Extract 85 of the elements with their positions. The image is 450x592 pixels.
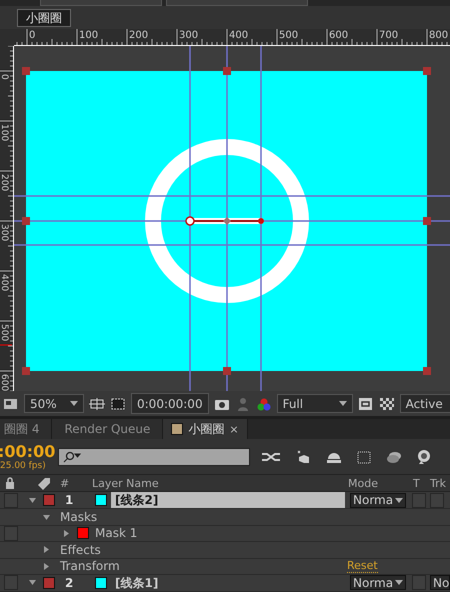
search-icon: [63, 450, 81, 463]
transparency-grid-icon[interactable]: [378, 396, 395, 411]
close-icon[interactable]: ×: [229, 422, 239, 436]
mask-outline-icon[interactable]: [110, 396, 126, 411]
ruler-label: 800: [429, 30, 448, 42]
grid-icon[interactable]: [89, 396, 105, 411]
track-matte-dropdown[interactable]: No: [430, 575, 450, 590]
handle[interactable]: [22, 217, 30, 226]
zoom-dropdown[interactable]: 50%: [24, 394, 84, 414]
ruler-label: 200: [129, 30, 148, 42]
disks-icon[interactable]: [386, 450, 402, 464]
reset-link[interactable]: Reset: [347, 559, 378, 574]
mode-dropdown[interactable]: Norma: [350, 492, 406, 508]
ruler-label: 600: [329, 30, 348, 42]
guide-line[interactable]: [226, 46, 228, 392]
ruler-label: 100: [0, 124, 9, 142]
lock-icon[interactable]: [5, 477, 15, 490]
mask-name[interactable]: Mask 1: [95, 526, 138, 540]
visibility-toggle[interactable]: [4, 575, 18, 590]
guide-line[interactable]: [260, 46, 262, 392]
timecode-display[interactable]: 0:00:00:00: [131, 393, 209, 414]
panel-tab[interactable]: Render Queue: [52, 419, 164, 440]
ruler-label: 0: [29, 30, 36, 42]
mode-dropdown[interactable]: Norma: [350, 575, 406, 590]
frame-rate: 25.00 fps): [0, 460, 47, 471]
handle[interactable]: [22, 67, 30, 76]
expand-arrow-icon[interactable]: [43, 546, 50, 554]
color-channels-icon[interactable]: [256, 396, 272, 411]
visibility-toggle[interactable]: [4, 492, 18, 508]
property-group-label[interactable]: Transform: [60, 559, 347, 574]
region-icon[interactable]: [3, 396, 19, 411]
label-color-icon[interactable]: [43, 494, 55, 506]
collapse-arrow-icon[interactable]: [43, 514, 50, 520]
guide-line[interactable]: [14, 195, 450, 197]
ruler-label: 400: [0, 274, 9, 292]
ruler-label: 500: [0, 324, 9, 342]
mask-toggle[interactable]: [4, 526, 18, 541]
track-matte-box[interactable]: [430, 492, 444, 508]
handle[interactable]: [423, 217, 431, 226]
preserve-transparency-checkbox[interactable]: [412, 492, 426, 508]
ruler-label: 500: [279, 30, 298, 42]
guide-line[interactable]: [14, 244, 450, 246]
label-color-icon[interactable]: [43, 576, 55, 589]
view-dropdown[interactable]: Active: [400, 394, 450, 414]
handle[interactable]: [223, 367, 231, 376]
panel-tab[interactable]: 小圈圈 ×: [163, 419, 248, 440]
column-header[interactable]: Trk: [430, 476, 450, 490]
current-time[interactable]: :00:00: [0, 442, 58, 461]
collapse-arrow-icon[interactable]: [29, 579, 36, 586]
ruler-label: 400: [229, 30, 248, 42]
line-shape[interactable]: [185, 216, 264, 226]
handle[interactable]: [22, 367, 30, 376]
caret-icon: [395, 580, 403, 586]
ruler-label: 100: [79, 30, 98, 42]
ruler-label: 300: [0, 224, 9, 242]
handle[interactable]: [223, 67, 231, 76]
column-header[interactable]: #: [60, 476, 92, 490]
column-header[interactable]: Mode: [348, 476, 413, 490]
ruler-label: 700: [379, 30, 398, 42]
view-tab[interactable]: 小圈圈: [17, 8, 71, 27]
composition-icon: [171, 423, 184, 436]
handle[interactable]: [423, 367, 431, 376]
search-field[interactable]: [58, 448, 250, 466]
layer-name[interactable]: [线条2]: [111, 492, 345, 508]
caret-icon: [395, 498, 403, 503]
expand-arrow-icon[interactable]: [43, 562, 50, 570]
frame-icon[interactable]: [358, 396, 374, 411]
ruler-label: 300: [179, 30, 198, 42]
collapse-arrow-icon[interactable]: [29, 496, 36, 504]
layer-name[interactable]: [线条1]: [111, 574, 345, 591]
panel-tab[interactable]: 圈圈 4: [0, 419, 52, 440]
resolution-dropdown[interactable]: Full: [276, 394, 353, 414]
layer-number: 1: [65, 493, 74, 508]
column-header[interactable]: T: [413, 476, 430, 490]
ruler-label: 200: [0, 174, 9, 192]
ruler-label: 600: [0, 374, 9, 392]
ruler-label: 0: [0, 74, 9, 80]
preserve-transparency-checkbox[interactable]: [412, 575, 426, 590]
handle[interactable]: [423, 67, 431, 76]
caret-icon: [70, 401, 78, 406]
caret-icon: [338, 401, 347, 406]
column-header[interactable]: Layer Name: [92, 476, 348, 490]
layer-number: 2: [65, 576, 74, 590]
guide-line[interactable]: [189, 46, 191, 392]
expand-arrow-icon[interactable]: [63, 530, 70, 537]
